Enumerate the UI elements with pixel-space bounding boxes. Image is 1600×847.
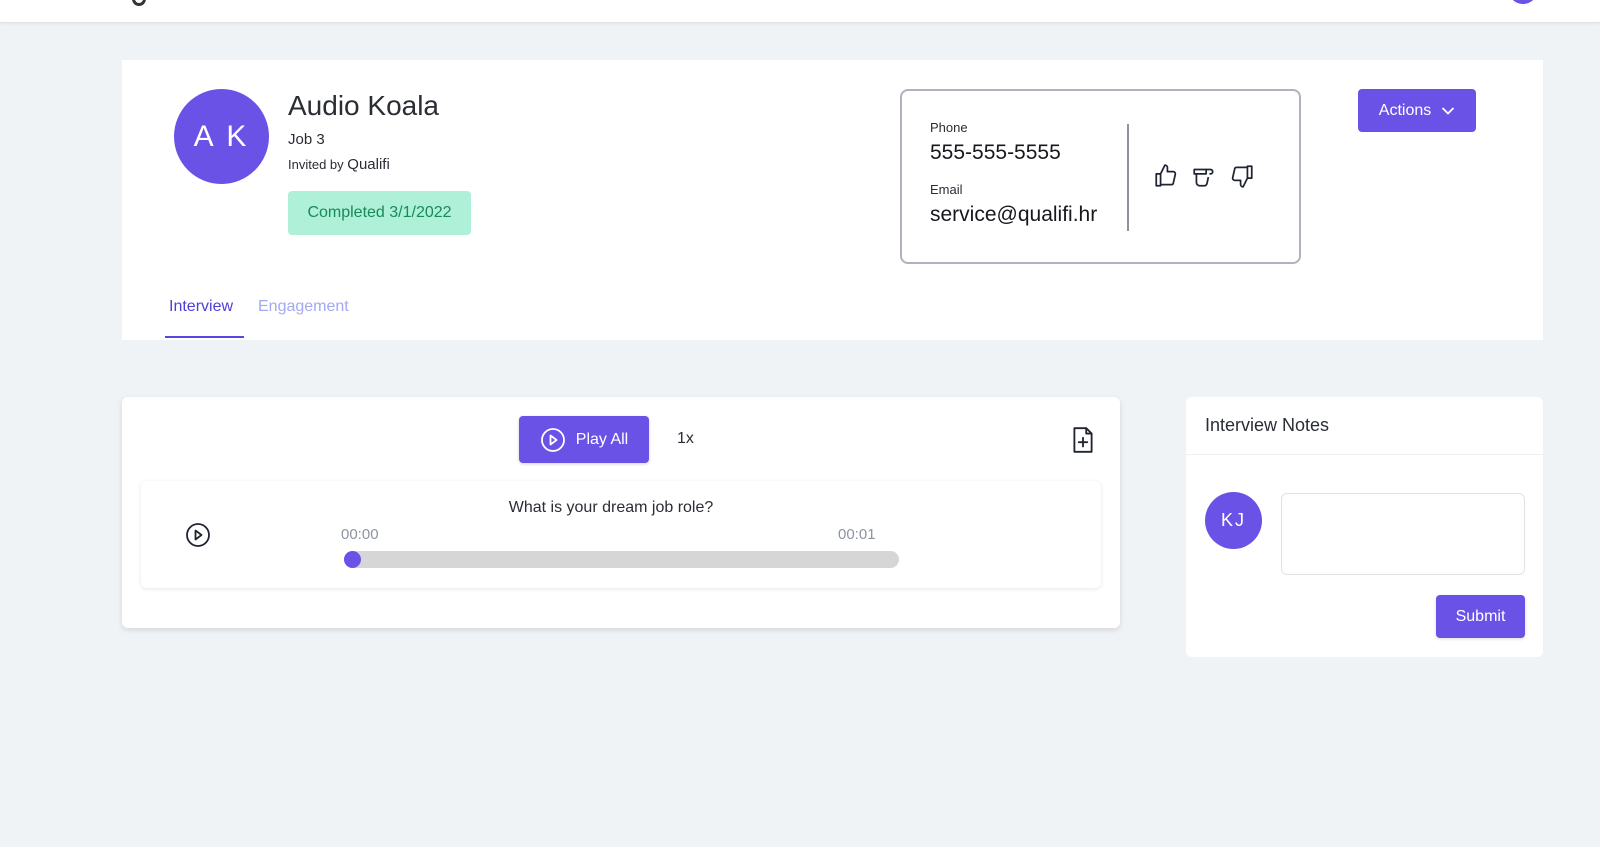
current-time: 00:00 <box>341 526 379 543</box>
email-value: service@qualifi.hr <box>930 203 1098 226</box>
playback-speed-toggle[interactable]: 1x <box>677 430 694 448</box>
candidate-name: Audio Koala <box>288 90 440 121</box>
total-time: 00:01 <box>838 526 876 543</box>
top-navigation-bar <box>0 0 1600 23</box>
user-avatar[interactable] <box>1508 0 1538 4</box>
interview-notes-card: Interview Notes KJ Submit <box>1186 397 1543 657</box>
invited-by-prefix: Invited by <box>288 157 344 172</box>
play-all-label: Play All <box>575 430 629 448</box>
thumbs-down-icon[interactable] <box>1228 162 1256 190</box>
active-tab-indicator <box>165 336 244 338</box>
question-text: What is your dream job role? <box>508 499 714 516</box>
candidate-profile-card: A K Audio Koala Job 3 Invited by Qualifi… <box>122 60 1543 340</box>
actions-label: Actions <box>1378 101 1432 119</box>
notes-title: Interview Notes <box>1205 415 1330 435</box>
submit-note-button[interactable]: Submit <box>1436 595 1525 638</box>
inviter-name: Qualifi <box>347 156 390 173</box>
candidate-job: Job 3 <box>288 131 325 148</box>
play-all-button[interactable]: Play All <box>519 416 649 463</box>
contact-info-box: Phone 555-555-5555 Email service@qualifi… <box>900 89 1301 264</box>
phone-value: 555-555-5555 <box>930 141 1061 164</box>
actions-dropdown-button[interactable]: Actions <box>1358 89 1476 132</box>
contact-divider <box>1127 124 1129 231</box>
status-badge: Completed 3/1/2022 <box>288 191 471 235</box>
invited-by-text: Invited by Qualifi <box>288 156 390 173</box>
thumbs-up-icon[interactable] <box>1152 162 1180 190</box>
candidate-avatar: A K <box>174 89 269 184</box>
logo-icon[interactable] <box>132 0 146 6</box>
tab-engagement[interactable]: Engagement <box>258 298 349 316</box>
add-file-icon[interactable] <box>1070 426 1098 454</box>
interview-player-card: Play All 1x What is your dream job role?… <box>122 397 1120 628</box>
note-author-avatar: KJ <box>1205 492 1262 549</box>
thumbs-sideways-icon[interactable] <box>1190 162 1218 190</box>
audio-progress-track[interactable] <box>344 551 899 568</box>
audio-progress-thumb[interactable] <box>344 551 361 568</box>
phone-label: Phone <box>930 120 968 135</box>
play-icon[interactable] <box>185 522 211 548</box>
email-label: Email <box>930 182 963 197</box>
tab-interview[interactable]: Interview <box>169 298 233 316</box>
question-item: What is your dream job role? 00:00 00:01 <box>141 481 1101 588</box>
play-circle-icon <box>540 427 566 453</box>
note-input[interactable] <box>1281 493 1525 575</box>
notes-divider <box>1186 454 1543 455</box>
chevron-down-icon <box>1441 104 1455 118</box>
